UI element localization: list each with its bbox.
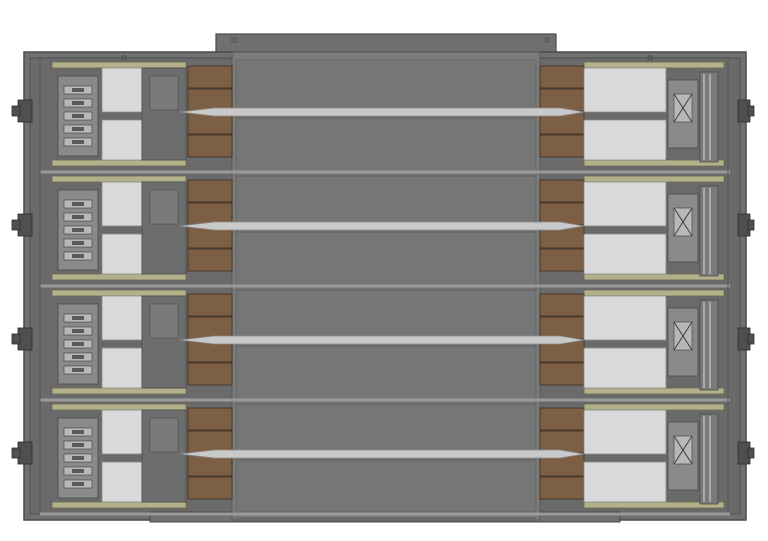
connector-pin xyxy=(72,241,84,245)
left-upper-rail xyxy=(51,289,187,297)
left-lower-rail xyxy=(51,501,187,509)
top-center-boss xyxy=(215,33,557,53)
left-bolt-cap xyxy=(11,105,21,117)
left-bolt-cap xyxy=(11,219,21,231)
left-coil-pad xyxy=(187,248,233,272)
right-side-bolt xyxy=(737,99,755,123)
connector-pin xyxy=(72,114,84,118)
right-coil-pad xyxy=(539,65,585,89)
connector-pin xyxy=(72,430,84,434)
shaft xyxy=(179,107,585,117)
left-coil-pad xyxy=(187,407,233,431)
right-bolt-cap xyxy=(747,219,755,231)
connector-pin xyxy=(72,228,84,232)
left-side-bolt xyxy=(11,99,33,123)
left-connector-assembly xyxy=(57,417,99,499)
left-panel-lower xyxy=(101,233,143,275)
right-panel-upper xyxy=(583,181,667,227)
right-bolt-cap xyxy=(747,333,755,345)
connector-pin xyxy=(72,127,84,131)
right-coil-pad xyxy=(539,248,585,272)
connector-pin xyxy=(72,456,84,460)
connector-pin xyxy=(72,202,84,206)
left-bracket-inner xyxy=(149,417,179,453)
left-bolt-cap xyxy=(11,447,21,459)
left-coil-pad xyxy=(187,65,233,89)
right-coil-pad xyxy=(539,362,585,386)
right-upper-rail xyxy=(583,289,725,297)
right-upper-rail xyxy=(583,175,725,183)
connector-pin xyxy=(72,368,84,372)
right-panel-upper xyxy=(583,409,667,455)
right-wire-channel xyxy=(699,71,719,163)
right-upper-rail xyxy=(583,403,725,411)
left-bracket-inner xyxy=(149,189,179,225)
connector-pin xyxy=(72,316,84,320)
left-panel-upper xyxy=(101,181,143,227)
left-connector-assembly xyxy=(57,75,99,157)
left-side-bolt xyxy=(11,213,33,237)
left-bracket-inner xyxy=(149,303,179,339)
connector-pin xyxy=(72,254,84,258)
left-upper-rail xyxy=(51,175,187,183)
left-panel-lower xyxy=(101,461,143,503)
connector-pin xyxy=(72,215,84,219)
connector-pin xyxy=(72,443,84,447)
left-lower-rail xyxy=(51,159,187,167)
shaft xyxy=(179,221,585,231)
right-coil-pad xyxy=(539,134,585,158)
connector-pin xyxy=(72,140,84,144)
right-wire-channel xyxy=(699,185,719,277)
left-panel-lower xyxy=(101,347,143,389)
right-panel-lower xyxy=(583,347,667,389)
connector-pin xyxy=(72,329,84,333)
right-coil-pad xyxy=(539,293,585,317)
drawing-stage xyxy=(0,0,768,537)
left-coil-pad xyxy=(187,362,233,386)
right-coil-pad xyxy=(539,179,585,203)
left-connector-assembly xyxy=(57,303,99,385)
left-coil-pad xyxy=(187,134,233,158)
left-upper-rail xyxy=(51,61,187,69)
right-coil-pad xyxy=(539,476,585,500)
right-panel-lower xyxy=(583,233,667,275)
right-panel-upper xyxy=(583,295,667,341)
left-side-bolt xyxy=(11,441,33,465)
left-panel-upper xyxy=(101,295,143,341)
right-wire-channel xyxy=(699,413,719,505)
right-bolt-cap xyxy=(747,105,755,117)
left-panel-upper xyxy=(101,409,143,455)
right-coil-pad xyxy=(539,407,585,431)
left-side-bolt xyxy=(11,327,33,351)
connector-pin xyxy=(72,88,84,92)
right-side-bolt xyxy=(737,441,755,465)
right-upper-rail xyxy=(583,61,725,69)
connector-pin xyxy=(72,482,84,486)
left-lower-rail xyxy=(51,387,187,395)
connector-pin xyxy=(72,355,84,359)
connector-pin xyxy=(72,469,84,473)
left-bracket-inner xyxy=(149,75,179,111)
right-side-bolt xyxy=(737,213,755,237)
cad-section-drawing xyxy=(11,33,755,523)
left-lower-rail xyxy=(51,273,187,281)
right-panel-lower xyxy=(583,461,667,503)
connector-pin xyxy=(72,342,84,346)
left-panel-lower xyxy=(101,119,143,161)
left-coil-pad xyxy=(187,476,233,500)
left-upper-rail xyxy=(51,403,187,411)
left-coil-pad xyxy=(187,293,233,317)
left-bolt-cap xyxy=(11,333,21,345)
right-side-bolt xyxy=(737,327,755,351)
left-coil-pad xyxy=(187,179,233,203)
right-wire-channel xyxy=(699,299,719,391)
shaft xyxy=(179,335,585,345)
left-panel-upper xyxy=(101,67,143,113)
right-panel-lower xyxy=(583,119,667,161)
shaft xyxy=(179,449,585,459)
right-panel-upper xyxy=(583,67,667,113)
right-bolt-cap xyxy=(747,447,755,459)
left-connector-assembly xyxy=(57,189,99,271)
connector-pin xyxy=(72,101,84,105)
